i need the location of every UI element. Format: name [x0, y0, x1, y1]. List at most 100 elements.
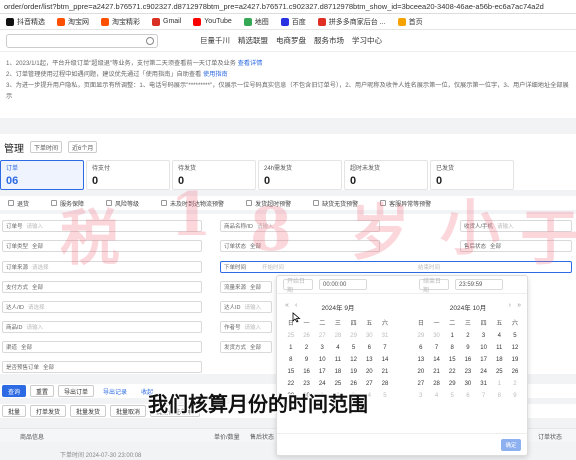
calendar-day[interactable]: 28: [377, 381, 393, 387]
checkbox-icon[interactable]: [51, 200, 58, 206]
calendar-day[interactable]: 20: [361, 369, 377, 375]
order-status-select[interactable]: 订单状态 全部: [220, 240, 380, 252]
batch-cancel-button[interactable]: 批量取消: [110, 405, 147, 417]
filter-tag[interactable]: 风险等级: [106, 199, 139, 208]
filter-tag[interactable]: 发货超时预警: [246, 199, 291, 208]
calendar-day[interactable]: 6: [413, 345, 429, 351]
calendar-day[interactable]: 5: [444, 393, 460, 399]
calendar-day[interactable]: 13: [413, 357, 429, 363]
bookmark-item[interactable]: 抖音精选: [6, 17, 45, 27]
batch-ship-button[interactable]: 批量发货: [70, 405, 107, 417]
order-source-select[interactable]: 订单来源 请选择: [2, 261, 202, 273]
after-sale-status-select[interactable]: 售后状态 全部: [460, 240, 572, 252]
nav-link-market[interactable]: 服务市场: [314, 35, 344, 46]
calendar-day[interactable]: 17: [476, 357, 492, 363]
calendar-day[interactable]: 10: [314, 357, 330, 363]
calendar-day[interactable]: 29: [346, 333, 362, 339]
filter-tag[interactable]: 缺货无货预警: [313, 199, 358, 208]
calendar-day[interactable]: 8: [444, 345, 460, 351]
calendar-day[interactable]: 8: [491, 393, 507, 399]
filter-tag[interactable]: 客服异常等预警: [380, 199, 431, 208]
influencer-id-field[interactable]: 达人ID 请输入: [220, 301, 272, 313]
calendar-day[interactable]: 6: [460, 393, 476, 399]
checkbox-icon[interactable]: [106, 200, 113, 206]
filter-tag[interactable]: 未及时到达物流预警: [161, 199, 224, 208]
calendar-day[interactable]: 16: [299, 369, 315, 375]
order-type-select[interactable]: 订单类型 全部: [2, 240, 202, 252]
channel-select[interactable]: 渠道 全部: [2, 341, 202, 353]
calendar-day[interactable]: 10: [476, 345, 492, 351]
product-name-field[interactable]: 商品名称/ID 请输入: [220, 220, 380, 232]
calendar-day[interactable]: 4: [491, 333, 507, 339]
calendar-day[interactable]: 23: [460, 369, 476, 375]
calendar-day[interactable]: 22: [444, 369, 460, 375]
calendar-day[interactable]: 3: [413, 393, 429, 399]
bookmark-item[interactable]: 首页: [397, 17, 423, 27]
guide-link[interactable]: 使用指南: [203, 71, 228, 78]
card-pending-shipment[interactable]: 待发货 0: [172, 160, 256, 190]
calendar-day[interactable]: 19: [346, 369, 362, 375]
calendar-day[interactable]: 11: [491, 345, 507, 351]
calendar-day[interactable]: 27: [314, 333, 330, 339]
end-date-input[interactable]: 结束日期: [419, 279, 449, 294]
calendar-day[interactable]: 26: [507, 369, 523, 375]
calendar-day[interactable]: 23: [299, 381, 315, 387]
print-ship-button[interactable]: 打单发货: [30, 405, 67, 417]
export-orders-button[interactable]: 导出订单: [58, 385, 95, 397]
calendar-day[interactable]: 27: [361, 381, 377, 387]
calendar-day[interactable]: 11: [330, 357, 346, 363]
calendar-day[interactable]: 29: [413, 333, 429, 339]
calendar-day[interactable]: 7: [429, 345, 445, 351]
calendar-day[interactable]: 6: [361, 345, 377, 351]
card-all-orders[interactable]: 订单 06: [0, 160, 84, 190]
calendar-day[interactable]: 20: [413, 369, 429, 375]
bookmark-item[interactable]: 拼多多商家后台 ...: [317, 17, 386, 27]
calendar-day[interactable]: 9: [299, 357, 315, 363]
calendar-day[interactable]: 3: [314, 345, 330, 351]
calendar-day[interactable]: 19: [507, 357, 523, 363]
calendar-day[interactable]: 21: [429, 369, 445, 375]
calendar-day[interactable]: 2: [460, 333, 476, 339]
calendar-day[interactable]: 5: [377, 393, 393, 399]
calendar-day[interactable]: 17: [314, 369, 330, 375]
export-records-link[interactable]: 导出记录: [98, 385, 132, 397]
calendar-day[interactable]: 14: [377, 357, 393, 363]
calendar-day[interactable]: 26: [299, 333, 315, 339]
calendar-day[interactable]: 26: [346, 381, 362, 387]
nav-link-learning[interactable]: 学习中心: [352, 35, 382, 46]
calendar-day[interactable]: 5: [346, 345, 362, 351]
calendar-day[interactable]: 3: [476, 333, 492, 339]
search-input[interactable]: [6, 33, 158, 48]
filter-tag[interactable]: 服务保障: [51, 199, 84, 208]
calendar-day[interactable]: 18: [330, 369, 346, 375]
calendar-day[interactable]: 21: [377, 369, 393, 375]
nav-link-qianchuan[interactable]: 巨量千川: [200, 35, 230, 46]
calendar-day[interactable]: 15: [444, 357, 460, 363]
card-overdue-shipment[interactable]: 超时未发货 0: [344, 160, 428, 190]
checkbox-icon[interactable]: [313, 200, 320, 206]
calendar-day[interactable]: 16: [460, 357, 476, 363]
checkbox-icon[interactable]: [246, 200, 253, 206]
calendar-day[interactable]: 25: [491, 369, 507, 375]
time-filter-range[interactable]: 近6个月: [68, 141, 98, 153]
influencer-select[interactable]: 达人/ID 请选择: [2, 301, 202, 313]
calendar-day[interactable]: 31: [377, 333, 393, 339]
calendar-day[interactable]: 9: [507, 393, 523, 399]
calendar-day[interactable]: 7: [377, 345, 393, 351]
calendar-day[interactable]: 1: [283, 345, 299, 351]
calendar-day[interactable]: 30: [361, 333, 377, 339]
bookmark-item[interactable]: YouTube: [193, 17, 232, 26]
card-shipped[interactable]: 已发货 0: [430, 160, 514, 190]
checkbox-icon[interactable]: [8, 200, 14, 206]
calendar-day[interactable]: 9: [460, 345, 476, 351]
order-time-range-input[interactable]: 下单时间 开始时间 结束时间: [220, 261, 572, 273]
calendar-day[interactable]: 27: [413, 381, 429, 387]
calendar-day[interactable]: 28: [330, 333, 346, 339]
prev-year-icon[interactable]: «: [285, 302, 289, 309]
calendar-day[interactable]: 2: [299, 345, 315, 351]
payment-method-select[interactable]: 支付方式 全部: [2, 281, 202, 293]
card-24h-shipment[interactable]: 24h需发货 0: [258, 160, 342, 190]
more-link[interactable]: 查看详情: [238, 60, 263, 67]
calendar-day[interactable]: 1: [444, 333, 460, 339]
calendar-day[interactable]: 14: [429, 357, 445, 363]
